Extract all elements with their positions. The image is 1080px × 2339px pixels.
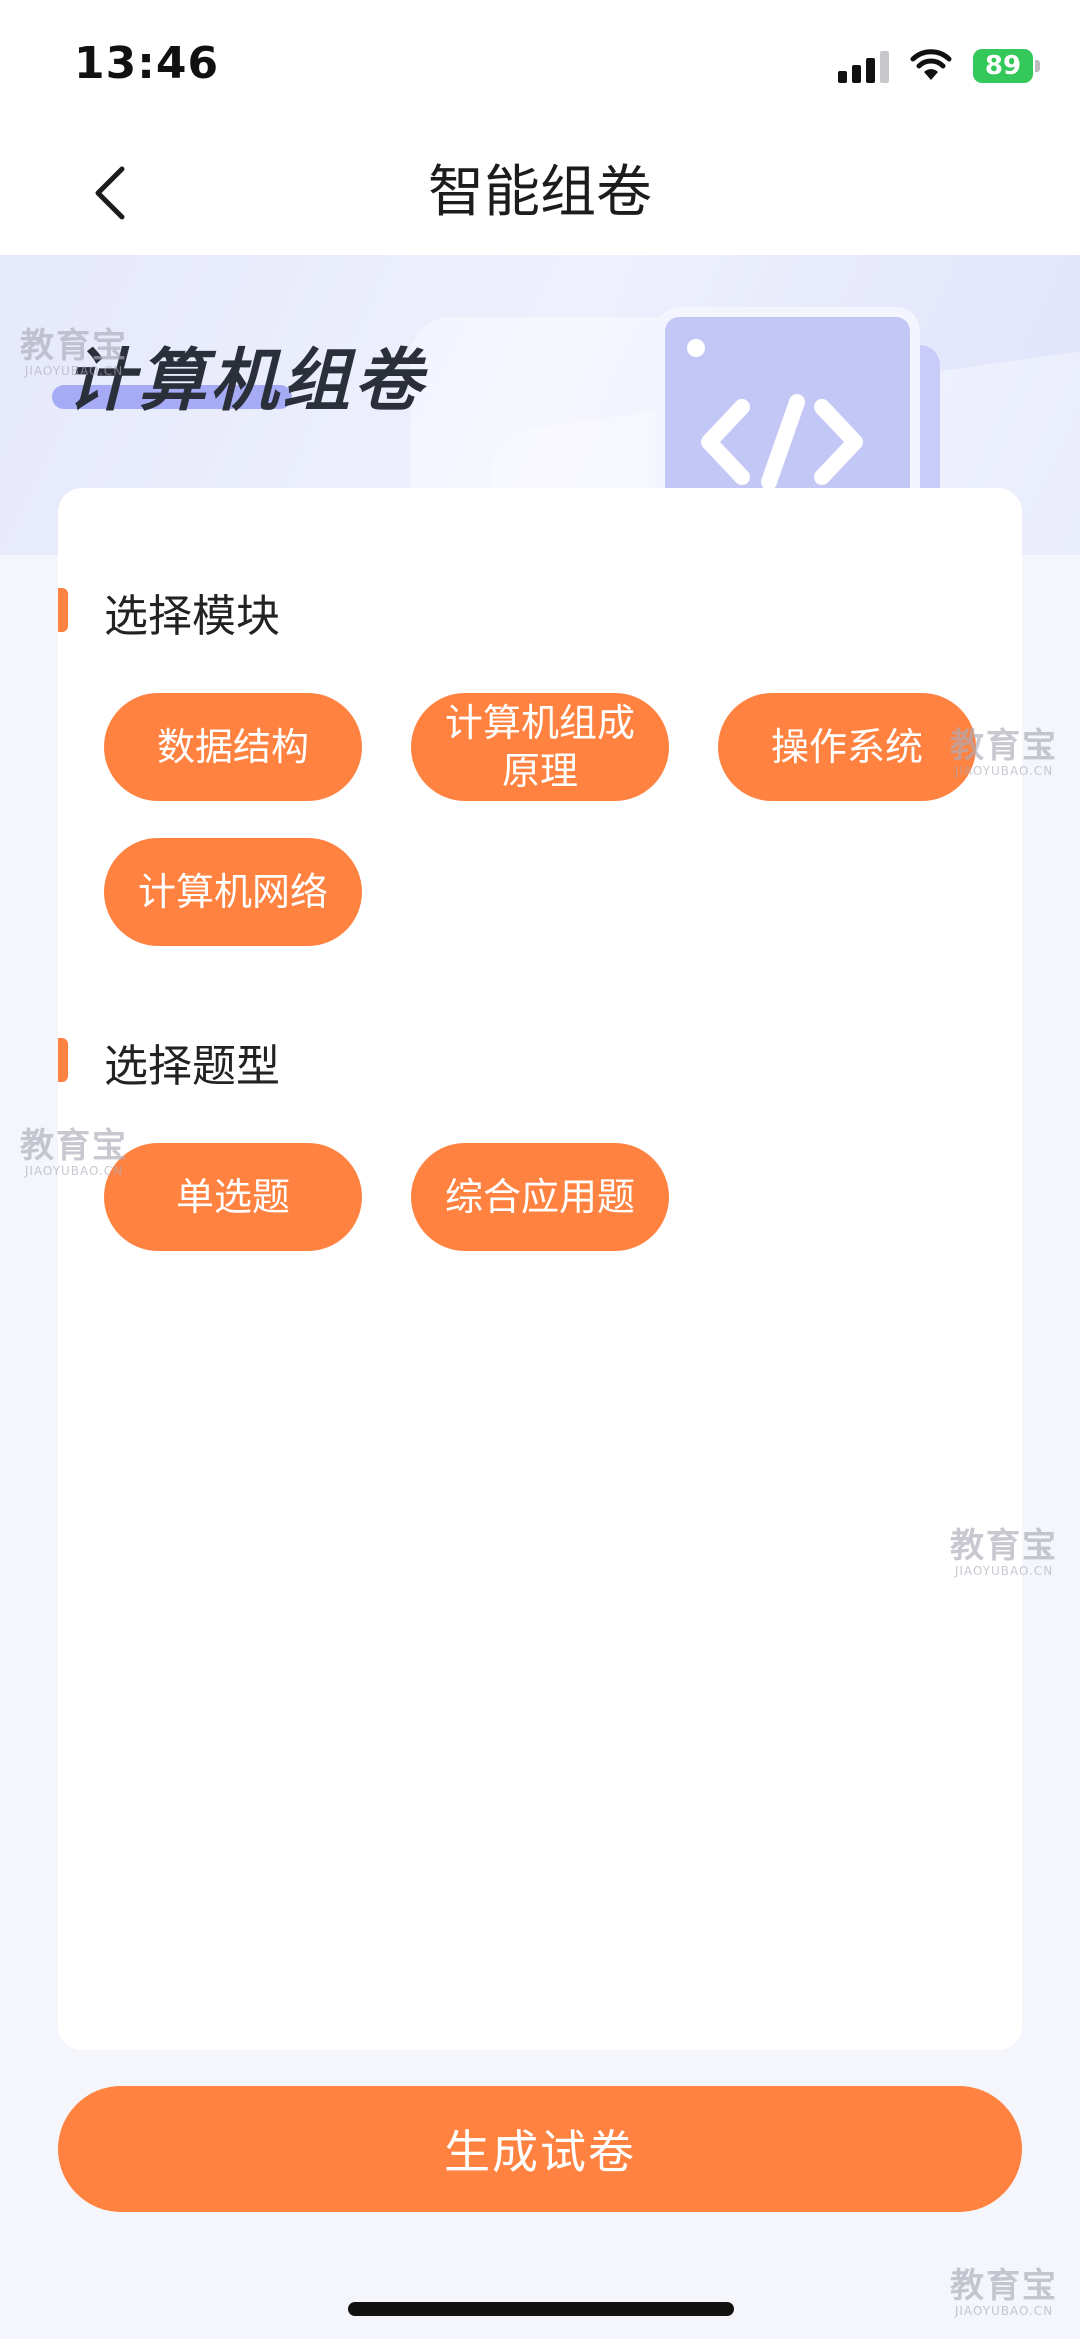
module-chip-operating-system[interactable]: 操作系统 [718, 693, 976, 801]
watermark: 教育宝 JIAOYUBAO.CN [20, 1126, 128, 1178]
status-bar: 13:46 89 [0, 0, 1080, 130]
module-chip-computer-organization[interactable]: 计算机组成原理 [411, 693, 669, 801]
wifi-icon [910, 49, 952, 80]
type-section-title: 选择题型 [58, 1030, 280, 1094]
watermark: 教育宝 JIAOYUBAO.CN [950, 2266, 1058, 2318]
type-chip-single-choice[interactable]: 单选题 [104, 1143, 362, 1251]
module-section-title: 选择模块 [58, 580, 280, 644]
generate-paper-button[interactable]: 生成试卷 [58, 2086, 1022, 2212]
selection-card: 选择模块 数据结构 计算机组成原理 操作系统 计算机网络 选择题型 单选题 综合… [58, 488, 1022, 2050]
type-chip-comprehensive[interactable]: 综合应用题 [411, 1143, 669, 1251]
status-icons: 89 [838, 44, 1040, 88]
watermark: 教育宝 JIAOYUBAO.CN [950, 726, 1058, 778]
module-chip-data-structure[interactable]: 数据结构 [104, 693, 362, 801]
watermark: 教育宝 JIAOYUBAO.CN [950, 1526, 1058, 1578]
code-brackets-icon [701, 394, 863, 490]
module-chip-computer-network[interactable]: 计算机网络 [104, 838, 362, 946]
page-title: 智能组卷 [428, 160, 652, 225]
battery-icon: 89 [973, 49, 1040, 83]
cellular-signal-icon [838, 49, 889, 83]
home-indicator[interactable] [348, 2302, 734, 2316]
nav-bar: 智能组卷 [0, 130, 1080, 255]
watermark: 教育宝 JIAOYUBAO.CN [20, 326, 128, 378]
battery-level: 89 [973, 49, 1033, 83]
status-time: 13:46 [74, 38, 220, 89]
